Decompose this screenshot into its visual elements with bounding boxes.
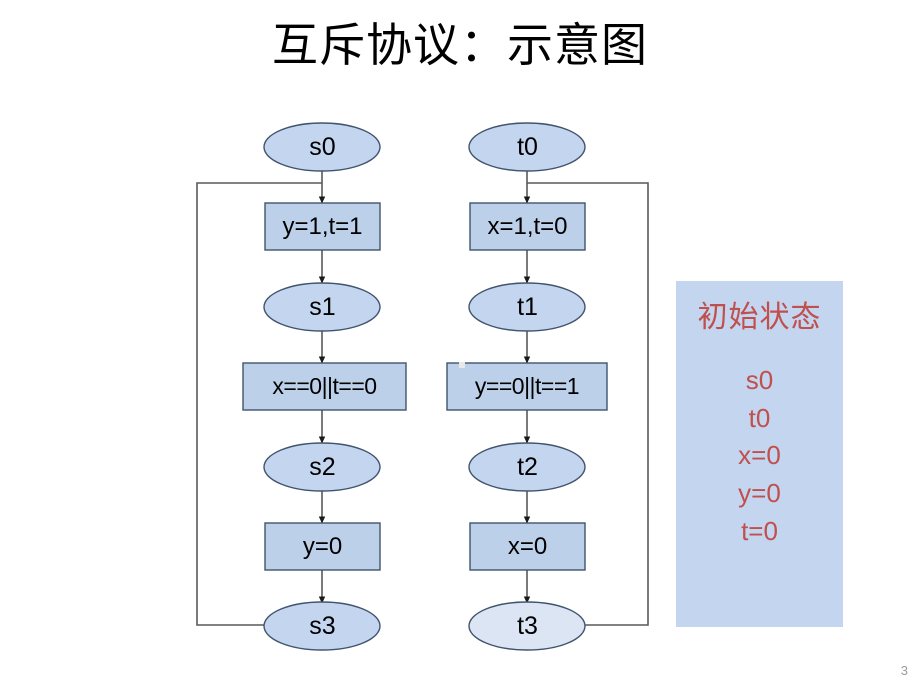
node-s-act-1[interactable] — [264, 202, 381, 251]
initial-state-title: 初始状态 — [697, 301, 822, 334]
page-number: 3 — [900, 663, 908, 678]
stray-artifact-dot — [459, 362, 465, 368]
initial-state-value-list: s0 t0 x=0 y=0 t=0 — [676, 362, 843, 550]
node-t3[interactable] — [468, 601, 586, 651]
node-s-act-2[interactable] — [264, 522, 381, 571]
node-t-act-2[interactable] — [469, 522, 586, 571]
initial-state-item: t=0 — [741, 515, 778, 546]
node-t2[interactable] — [468, 442, 586, 492]
node-t0[interactable] — [468, 122, 586, 172]
initial-state-item: y=0 — [738, 478, 781, 509]
initial-state-item: t0 — [748, 402, 771, 433]
node-s3[interactable] — [263, 601, 381, 651]
node-s0[interactable] — [263, 122, 381, 172]
node-t-cond[interactable] — [446, 362, 608, 411]
node-t-act-1[interactable] — [469, 202, 586, 251]
slide: 互斥协议：示意图 s0 y=1,t=1 s1 x==0||t==0 s2 y=0… — [0, 0, 920, 690]
initial-state-panel: 初始状态 s0 t0 x=0 y=0 t=0 — [676, 281, 843, 627]
node-s1[interactable] — [263, 282, 381, 332]
node-t1[interactable] — [468, 282, 586, 332]
node-s-cond[interactable] — [242, 362, 407, 411]
initial-state-item: x=0 — [738, 440, 781, 471]
node-s2[interactable] — [263, 442, 381, 492]
initial-state-item: s0 — [745, 365, 774, 395]
